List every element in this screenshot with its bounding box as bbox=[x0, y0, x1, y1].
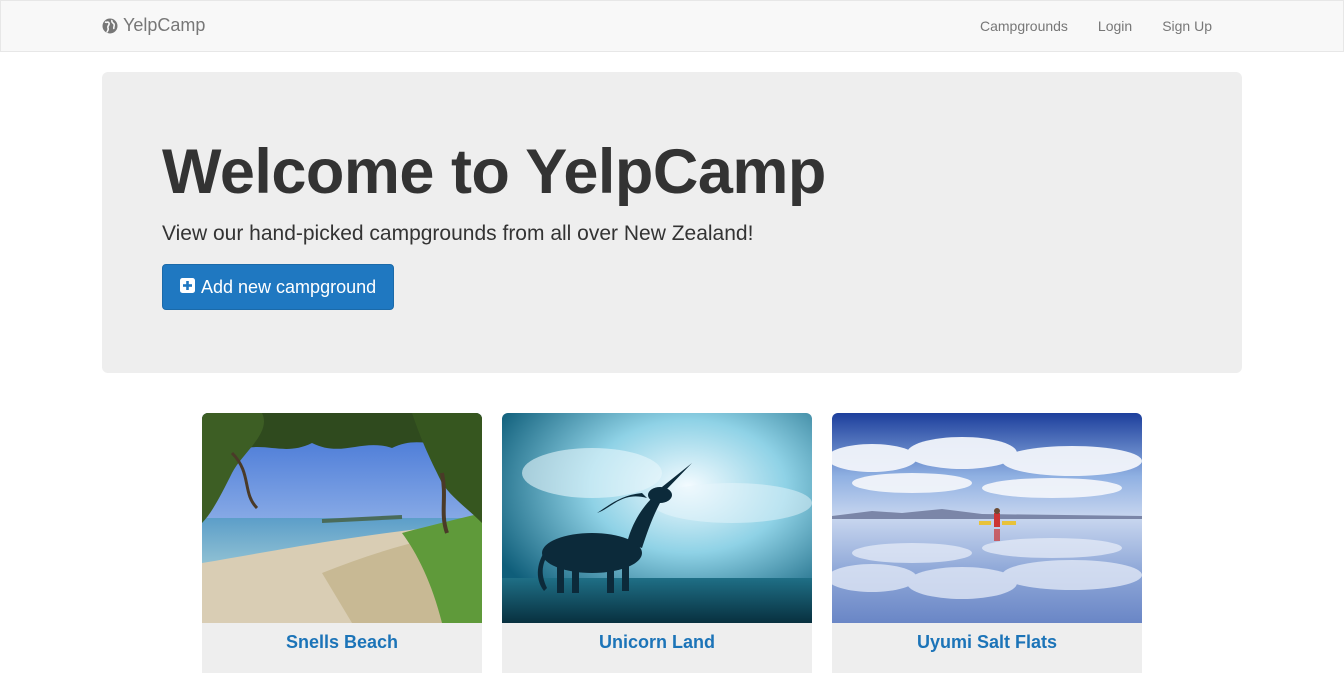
nav-link-login[interactable]: Login bbox=[1083, 1, 1147, 51]
page-title: Welcome to YelpCamp bbox=[162, 137, 826, 207]
navbar: YelpCamp Campgrounds Login Sign Up bbox=[0, 0, 1344, 52]
globe-icon bbox=[102, 18, 118, 34]
campground-title[interactable]: Snells Beach bbox=[202, 632, 482, 653]
plus-square-icon bbox=[180, 277, 195, 298]
brand-label: YelpCamp bbox=[123, 15, 206, 35]
campground-card-uyumi-salt-flats[interactable]: Uyumi Salt Flats bbox=[832, 413, 1142, 673]
campground-image-snells-beach[interactable] bbox=[202, 413, 482, 623]
nav-link-campgrounds[interactable]: Campgrounds bbox=[965, 1, 1083, 51]
campground-card-unicorn-land[interactable]: Unicorn Land bbox=[502, 413, 812, 673]
campground-title[interactable]: Uyumi Salt Flats bbox=[832, 632, 1142, 653]
campground-image-unicorn-land[interactable] bbox=[502, 413, 812, 623]
campground-image-uyumi-salt-flats[interactable] bbox=[832, 413, 1142, 623]
add-campground-label: Add new campground bbox=[201, 276, 377, 297]
campground-card-snells-beach[interactable]: Snells Beach bbox=[202, 413, 482, 673]
nav-links: Campgrounds Login Sign Up bbox=[965, 1, 1227, 51]
add-campground-button[interactable]: Add new campground bbox=[162, 264, 395, 310]
brand-link[interactable]: YelpCamp bbox=[102, 15, 205, 36]
page-subtitle: View our hand-picked campgrounds from al… bbox=[162, 222, 754, 245]
campground-grid: Snells Beach Unicorn Land Uyumi Salt Fla… bbox=[0, 413, 1344, 673]
jumbotron: Welcome to YelpCamp View our hand-picked… bbox=[102, 72, 1242, 373]
campground-title[interactable]: Unicorn Land bbox=[502, 632, 812, 653]
nav-link-signup[interactable]: Sign Up bbox=[1147, 1, 1227, 51]
